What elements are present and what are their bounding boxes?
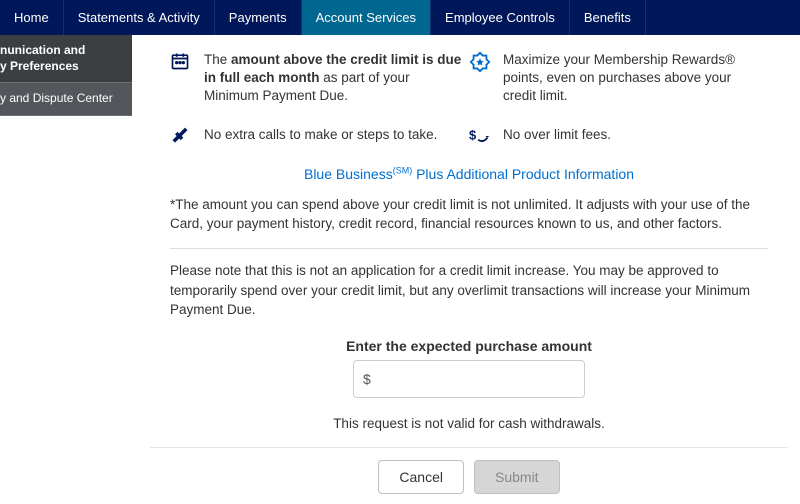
sidenav-item-label-line1: nunication and (0, 43, 85, 57)
cancel-button[interactable]: Cancel (378, 460, 464, 494)
sidenav-item-label-line2: y Preferences (0, 59, 79, 73)
benefit-text: No over limit fees. (503, 126, 762, 146)
side-nav: nunication and y Preferences y and Dispu… (0, 35, 132, 116)
nav-tab-account-services[interactable]: Account Services (302, 0, 431, 35)
purchase-amount-form: Enter the expected purchase amount $ Thi… (170, 338, 768, 431)
cash-withdrawal-note: This request is not valid for cash withd… (333, 416, 605, 431)
amount-label: Enter the expected purchase amount (346, 338, 592, 354)
calendar-icon (170, 51, 204, 106)
note-text: Please note that this is not an applicat… (170, 261, 768, 320)
svg-text:$: $ (469, 127, 476, 142)
benefit-text: The amount above the credit limit is due… (204, 51, 463, 106)
submit-button[interactable]: Submit (474, 460, 560, 494)
nav-tab-home[interactable]: Home (0, 0, 64, 35)
sidenav-item-communication-preferences[interactable]: nunication and y Preferences (0, 35, 132, 83)
badge-star-icon (469, 51, 503, 106)
product-info-link[interactable]: Blue Business(SM) Plus Additional Produc… (304, 166, 634, 182)
amount-input[interactable] (353, 360, 585, 398)
main-content: The amount above the credit limit is due… (150, 35, 788, 504)
benefit-no-fees: $ No over limit fees. (469, 120, 768, 160)
nav-tab-benefits[interactable]: Benefits (570, 0, 646, 35)
product-info-link-row: Blue Business(SM) Plus Additional Produc… (170, 166, 768, 183)
nav-tab-employee-controls[interactable]: Employee Controls (431, 0, 570, 35)
benefits-grid: The amount above the credit limit is due… (170, 45, 768, 160)
benefit-text: No extra calls to make or steps to take. (204, 126, 463, 146)
nav-tab-statements[interactable]: Statements & Activity (64, 0, 215, 35)
no-fee-icon: $ (469, 126, 503, 146)
benefit-text: Maximize your Membership Rewards® points… (503, 51, 762, 106)
nav-tab-payments[interactable]: Payments (215, 0, 302, 35)
disclaimer-text: *The amount you can spend above your cre… (170, 196, 768, 234)
footer-actions: Cancel Submit (150, 447, 788, 504)
benefit-rewards: Maximize your Membership Rewards® points… (469, 45, 768, 120)
sidenav-item-label-line1: y and Dispute Center (0, 91, 113, 105)
tools-icon (170, 126, 204, 146)
top-nav: Home Statements & Activity Payments Acco… (0, 0, 800, 35)
sidenav-item-dispute-center[interactable]: y and Dispute Center (0, 83, 132, 116)
benefit-no-calls: No extra calls to make or steps to take. (170, 120, 469, 160)
benefit-minimum-payment: The amount above the credit limit is due… (170, 45, 469, 120)
divider (170, 248, 768, 249)
